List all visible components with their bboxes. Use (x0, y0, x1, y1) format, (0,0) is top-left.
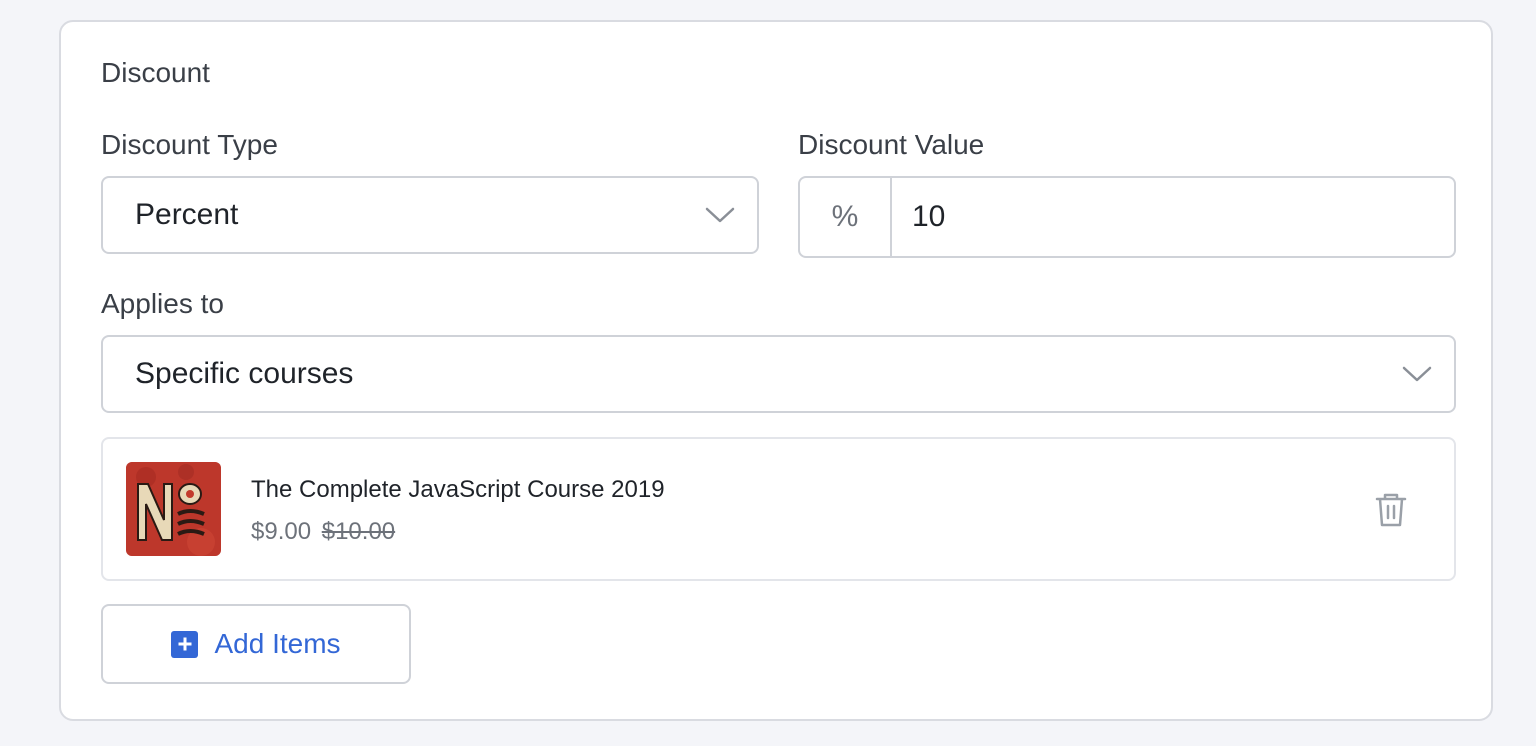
plus-square-icon (171, 630, 199, 658)
course-price: $9.00 $10.00 (251, 517, 395, 547)
applies-to-select[interactable]: Specific courses (101, 335, 1456, 413)
discount-card: Discount Discount Type Percent Discount … (59, 20, 1493, 721)
discount-value-label: Discount Value (798, 129, 985, 160)
add-items-label: Add Items (214, 628, 341, 659)
discount-value-field: % (798, 176, 1456, 258)
discounted-price: $9.00 (251, 518, 312, 545)
discount-type-value: Percent (135, 198, 239, 231)
list-item: The Complete JavaScript Course 2019 $9.0… (101, 437, 1456, 581)
add-items-button[interactable]: Add Items (101, 604, 411, 684)
section-title: Discount (101, 57, 210, 88)
percent-addon: % (800, 178, 892, 256)
course-thumbnail-image (126, 462, 221, 556)
trash-icon[interactable] (1373, 491, 1409, 529)
course-title: The Complete JavaScript Course 2019 (251, 476, 665, 503)
discount-value-input[interactable] (892, 178, 1454, 256)
discount-type-select[interactable]: Percent (101, 176, 759, 254)
chevron-down-icon (1402, 366, 1432, 382)
discount-type-label: Discount Type (101, 129, 278, 160)
applies-to-value: Specific courses (135, 357, 354, 390)
original-price: $10.00 (321, 518, 396, 545)
chevron-down-icon (705, 207, 735, 223)
applies-to-label: Applies to (101, 288, 224, 319)
